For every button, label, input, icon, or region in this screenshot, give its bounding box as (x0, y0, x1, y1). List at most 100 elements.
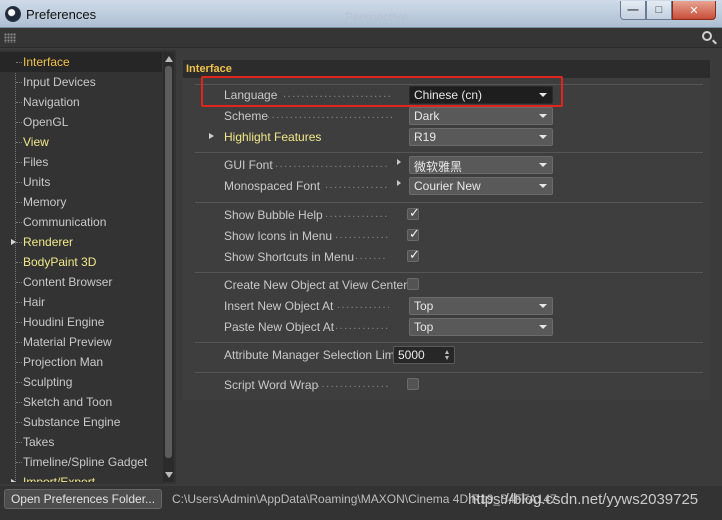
mono-font-value: Courier New (414, 179, 481, 193)
mono-font-dropdown[interactable]: Courier New (409, 177, 553, 195)
sidebar-item[interactable]: BodyPaint 3D (0, 252, 162, 272)
maximize-button[interactable]: □ (646, 1, 672, 20)
toolbar (0, 28, 722, 48)
sidebar-item[interactable]: Sculpting (0, 372, 162, 392)
group-attribute-manager: Attribute Manager Selection Limit 5000 (195, 342, 703, 364)
sidebar-item-label: Sketch and Toon (23, 395, 113, 409)
sidebar-item-label: Timeline/Spline Gadget (23, 455, 148, 469)
sidebar-item[interactable]: Interface (0, 52, 162, 72)
sidebar-item-label: OpenGL (23, 115, 69, 129)
gui-font-dropdown[interactable]: 微软雅黑 (409, 156, 553, 174)
bubble-help-checkbox[interactable]: ✓ (407, 205, 420, 220)
mono-font-label: Monospaced Font (224, 179, 321, 193)
title-bar: Preferences Perspective — □ ✕ (0, 0, 722, 28)
sidebar-item[interactable]: Timeline/Spline Gadget (0, 452, 162, 472)
sidebar-item-label: Navigation (23, 95, 80, 109)
shortcuts-in-menu-row: Show Shortcuts in Menu ....... ✓ (195, 247, 715, 267)
sidebar-item[interactable]: Navigation (0, 92, 162, 112)
bubble-help-row: Show Bubble Help ............... ✓ (195, 205, 715, 225)
chevron-down-icon (539, 163, 547, 167)
scroll-thumb[interactable] (165, 66, 172, 458)
shortcuts-in-menu-checkbox[interactable]: ✓ (407, 247, 420, 262)
scheme-dropdown[interactable]: Dark (409, 107, 553, 125)
sidebar-item-label: Substance Engine (23, 415, 121, 429)
sidebar-item[interactable]: Projection Man (0, 352, 162, 372)
sidebar-item[interactable]: Material Preview (0, 332, 162, 352)
group-menus: Show Bubble Help ............... ✓ Show … (195, 202, 703, 264)
sidebar-item[interactable]: Input Devices (0, 72, 162, 92)
check-icon: ✓ (409, 205, 420, 220)
sidebar-item[interactable]: Memory (0, 192, 162, 212)
icons-in-menu-checkbox[interactable]: ✓ (407, 226, 420, 241)
sidebar-item-label: View (23, 135, 49, 149)
create-at-center-row: Create New Object at View Center (195, 275, 715, 295)
sidebar-item[interactable]: Takes (0, 432, 162, 452)
sidebar-item[interactable]: Sketch and Toon (0, 392, 162, 412)
sidebar-item[interactable]: Houdini Engine (0, 312, 162, 332)
leader-dots: ............ (335, 320, 389, 332)
check-icon: ✓ (409, 226, 420, 241)
bubble-help-label: Show Bubble Help (224, 208, 323, 222)
leader-dots: ....... (355, 250, 387, 262)
leader-dots: ............... (325, 208, 389, 220)
sidebar: Interface Input Devices Navigation OpenGL Vi… (0, 50, 176, 484)
sidebar-item[interactable]: Renderer (0, 232, 162, 252)
chevron-down-icon (539, 135, 547, 139)
language-highlight-annotation (201, 76, 563, 107)
chevron-down-icon (539, 304, 547, 308)
leader-dots: .............................. (267, 109, 393, 121)
sidebar-item[interactable]: Files (0, 152, 162, 172)
expand-arrow-icon[interactable] (11, 239, 16, 245)
leader-dots: ............ (337, 299, 389, 311)
group-script: Script Word Wrap .................. (195, 372, 703, 392)
scroll-down-icon[interactable] (165, 472, 173, 478)
sidebar-item-label: Content Browser (23, 275, 113, 289)
attr-limit-stepper[interactable]: 5000 (393, 346, 455, 364)
sidebar-scrollbar[interactable] (163, 52, 174, 482)
footer: Open Preferences Folder... C:\Users\Admi… (0, 486, 722, 520)
paste-new-object-row: Paste New Object At ............ Top (195, 317, 715, 337)
window-title: Preferences (26, 7, 97, 22)
scroll-up-icon[interactable] (165, 56, 173, 62)
sidebar-item[interactable]: View (0, 132, 162, 152)
font-submenu-arrow-icon[interactable] (397, 180, 401, 186)
highlight-features-value: R19 (414, 130, 437, 144)
sidebar-item-label: BodyPaint 3D (23, 255, 97, 269)
create-at-center-checkbox[interactable] (407, 278, 419, 290)
check-icon: ✓ (409, 247, 420, 262)
sidebar-item-label: Memory (23, 195, 67, 209)
sidebar-item[interactable]: Communication (0, 212, 162, 232)
sidebar-item-label: Import/Export (23, 475, 96, 482)
sidebar-item[interactable]: Content Browser (0, 272, 162, 292)
search-icon[interactable] (702, 31, 712, 41)
minimize-button[interactable]: — (620, 1, 646, 20)
sidebar-item[interactable]: Substance Engine (0, 412, 162, 432)
chevron-down-icon (539, 184, 547, 188)
sidebar-item-label: Sculpting (23, 375, 73, 389)
gui-font-row: GUI Font ........................... 微软雅… (195, 155, 715, 175)
background-window-text: Perspective (345, 10, 408, 24)
paste-new-object-dropdown[interactable]: Top (409, 318, 553, 336)
sidebar-item-label: Material Preview (23, 335, 112, 349)
highlight-features-dropdown[interactable]: R19 (409, 128, 553, 146)
sidebar-item[interactable]: Units (0, 172, 162, 192)
sidebar-item-label: Interface (23, 55, 70, 69)
group-fonts: GUI Font ........................... 微软雅… (195, 152, 703, 195)
insert-new-object-dropdown[interactable]: Top (409, 297, 553, 315)
sidebar-item[interactable]: Hair (0, 292, 162, 312)
spinner-arrows-icon[interactable] (445, 350, 450, 360)
grip-icon[interactable] (4, 33, 16, 43)
font-submenu-arrow-icon[interactable] (397, 159, 401, 165)
insert-new-object-value: Top (414, 299, 434, 313)
leader-dots: ............... (325, 179, 389, 191)
expand-arrow-icon[interactable] (209, 133, 214, 139)
script-word-wrap-checkbox[interactable] (407, 378, 419, 390)
sidebar-item[interactable]: OpenGL (0, 112, 162, 132)
sidebar-item[interactable]: Import/Export (0, 472, 162, 482)
category-tree: Interface Input Devices Navigation OpenGL Vi… (0, 52, 162, 482)
expand-arrow-icon[interactable] (11, 479, 16, 482)
sidebar-item-label: Renderer (23, 235, 74, 249)
icons-in-menu-label: Show Icons in Menu (224, 229, 333, 243)
open-preferences-folder-button[interactable]: Open Preferences Folder... (4, 489, 162, 509)
close-button[interactable]: ✕ (672, 1, 716, 20)
